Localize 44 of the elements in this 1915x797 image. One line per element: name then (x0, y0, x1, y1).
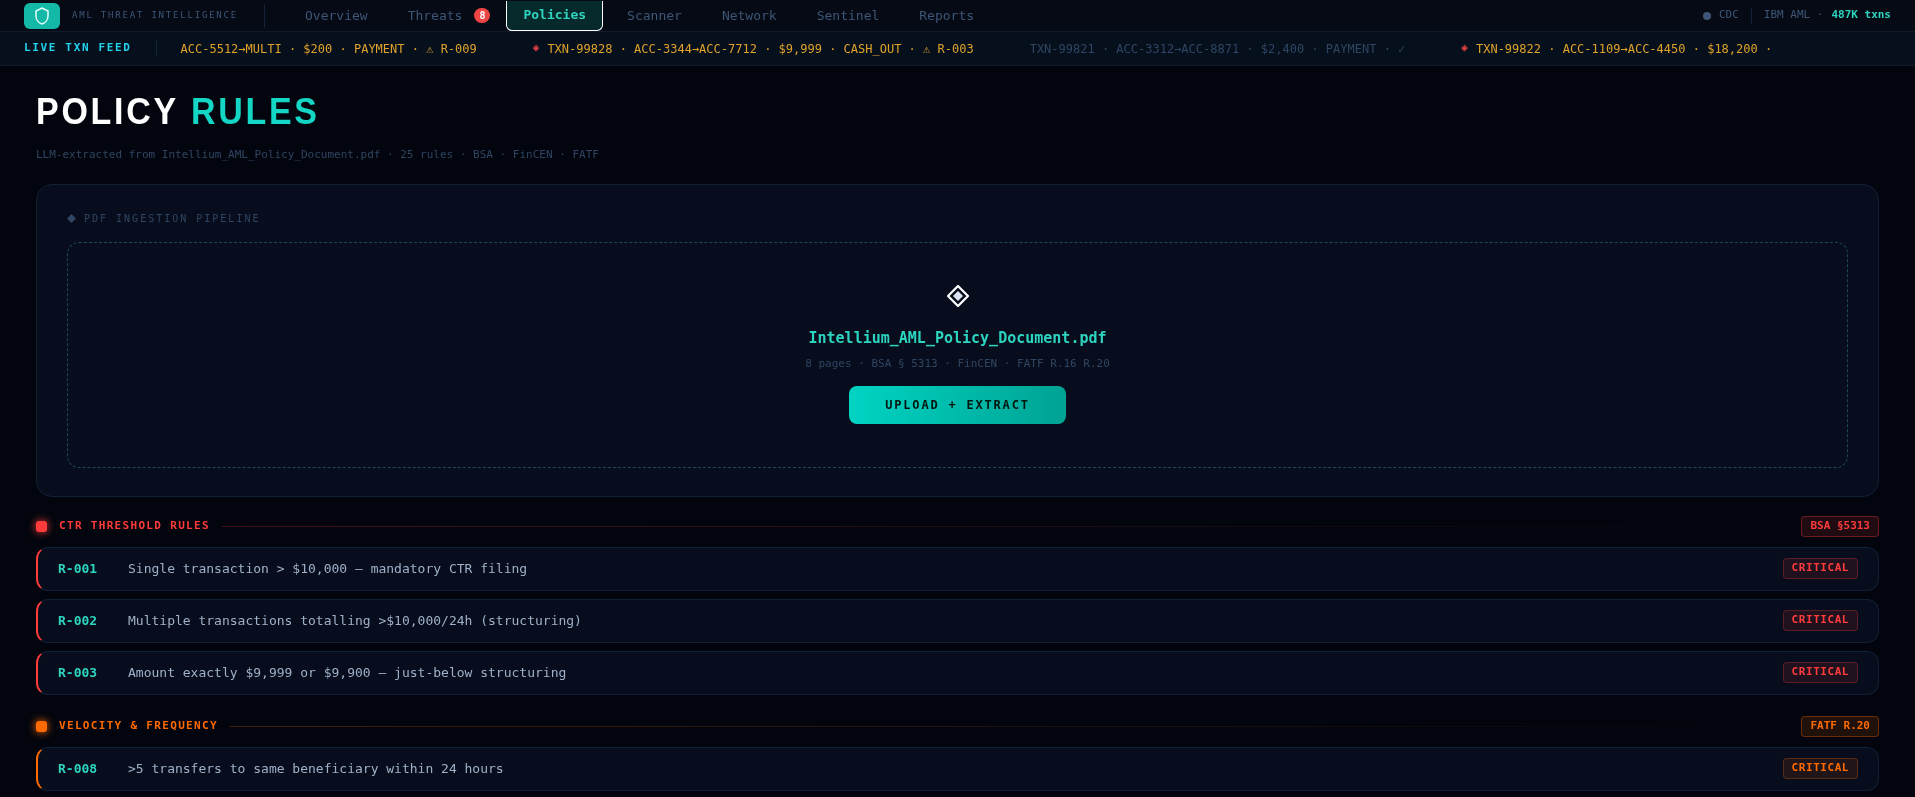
page-title: POLICY (36, 88, 179, 134)
rule-description: Multiple transactions totalling >$10,000/24h (structuring) (128, 611, 582, 630)
pipeline-label: PDF INGESTION PIPELINE (84, 211, 261, 226)
pdf-drop-zone[interactable]: Intellium_AML_Policy_Document.pdf 8 pages · BSA § 5313 · FinCEN · FATF R.16 R.20 UPLOAD + EXTRACT (67, 241, 1848, 468)
regulation-tag: BSA §5313 (1801, 516, 1879, 537)
file-name: Intellium_AML_Policy_Document.pdf (808, 328, 1107, 349)
source-label: CDC (1718, 7, 1739, 24)
rule-id: R-002 (58, 611, 99, 630)
section-title: VELOCITY & FREQUENCY (59, 718, 218, 735)
rule-row[interactable]: R-008 >5 transfers to same beneficiary within 24 hours CRITICAL (36, 746, 1879, 791)
ticker-transaction: TXN-99821 · ACC-3312→ACC-8871 · $2,400 · PAYMENT · ✓ (1029, 40, 1406, 58)
rule-description: Amount exactly $9,999 or $9,900 — just-below structuring (128, 663, 567, 682)
rule-row[interactable]: R-003 Amount exactly $9,999 or $9,900 — just-below structuring CRITICAL (36, 650, 1879, 695)
page-subtitle: LLM-extracted from Intellium_AML_Policy_Document.pdf · 25 rules · BSA · FinCEN · FATF (36, 147, 600, 163)
count-badge: 8 (474, 8, 491, 23)
rule-id: R-003 (58, 663, 99, 682)
rule-row[interactable]: R-002 Multiple transactions totalling >$10,000/24h (structuring) CRITICAL (36, 598, 1879, 643)
ticker-transaction: TXN-99822 · ACC-1109→ACC-4450 · $18,200 · (1475, 40, 1773, 58)
diamond-icon (946, 285, 969, 307)
severity-label: CRITICAL (1782, 558, 1858, 579)
rule-id: R-008 (58, 759, 99, 778)
ticker-transaction: TXN-99828 · ACC-3344→ACC-7712 · $9,999 · CASH_OUT · ⚠ R-003 (547, 40, 974, 58)
shield-logo-icon (24, 2, 60, 29)
upload-extract-button[interactable]: UPLOAD + EXTRACT (849, 386, 1066, 424)
alert-marker: ◈ (1461, 40, 1468, 57)
severity-label: CRITICAL (1782, 758, 1858, 779)
transaction-count: 487K txns (1831, 7, 1891, 24)
file-details: 8 pages · BSA § 5313 · FinCEN · FATF R.16 R.20 (805, 355, 1110, 372)
rule-id: R-001 (58, 559, 99, 578)
dataset-label: IBM AML · (1763, 7, 1824, 24)
section-title: CTR THRESHOLD RULES (59, 518, 210, 535)
brand-subtitle: AML THREAT INTELLIGENCE (72, 8, 239, 22)
alert-marker: ◈ (532, 40, 540, 57)
ticker-transaction: ACC-5512→MULTI · $200 · PAYMENT · ⚠ R-009 (180, 40, 477, 58)
rule-description: >5 transfers to same beneficiary within 24 hours (128, 759, 504, 778)
nav-tab[interactable]: Policies (506, 0, 604, 31)
diamond-icon (67, 213, 76, 223)
rule-row[interactable]: R-001 Single transaction > $10,000 — mandatory CTR filing CRITICAL (36, 546, 1879, 591)
ticker-label: LIVE TXN FEED (0, 40, 157, 57)
severity-label: CRITICAL (1782, 610, 1858, 631)
page-title-accent: RULES (190, 88, 320, 134)
severity-label: CRITICAL (1782, 662, 1858, 683)
rule-description: Single transaction > $10,000 — mandatory CTR filing (128, 559, 528, 578)
regulation-tag: FATF R.20 (1801, 716, 1879, 737)
